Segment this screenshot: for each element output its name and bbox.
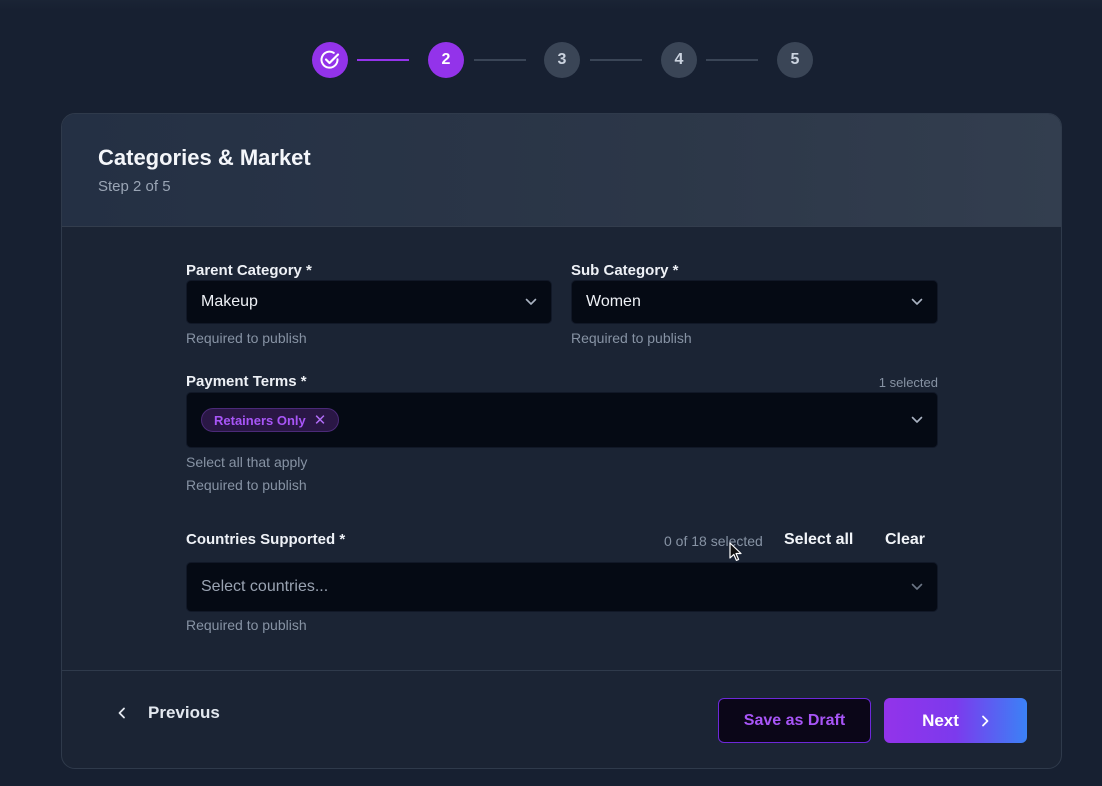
step-connector <box>474 59 526 61</box>
sub-category-value: Women <box>586 293 641 310</box>
countries-label: Countries Supported * <box>186 531 346 548</box>
chevron-left-icon <box>118 707 125 719</box>
payment-terms-helper: Select all that apply <box>186 454 308 470</box>
countries-multiselect[interactable]: Select countries... <box>186 562 938 612</box>
card-header: Categories & Market Step 2 of 5 <box>62 114 1061 227</box>
sub-category-label: Sub Category * <box>571 262 679 279</box>
chevron-down-icon <box>525 298 537 305</box>
next-label: Next <box>922 710 959 730</box>
check-circle-icon <box>320 50 340 69</box>
payment-terms-required: Required to publish <box>186 477 307 493</box>
step-3[interactable]: 3 <box>544 42 580 78</box>
step-connector <box>357 59 409 61</box>
chevron-right-icon <box>982 715 989 726</box>
payment-terms-count: 1 selected <box>878 375 938 390</box>
chevron-down-icon <box>911 583 923 590</box>
step-1-complete[interactable] <box>312 42 348 78</box>
chip-label: Retainers Only <box>214 412 306 428</box>
parent-category-helper: Required to publish <box>186 330 307 346</box>
step-5[interactable]: 5 <box>777 42 813 78</box>
top-fade <box>0 0 1102 10</box>
payment-terms-multiselect[interactable]: Retainers Only ✕ <box>186 392 938 448</box>
parent-category-select[interactable]: Makeup <box>186 280 552 324</box>
parent-category-value: Makeup <box>201 293 258 310</box>
form-card: Categories & Market Step 2 of 5 Parent C… <box>61 113 1062 769</box>
step-4[interactable]: 4 <box>661 42 697 78</box>
countries-count: 0 of 18 selected <box>664 533 763 549</box>
step-2-current[interactable]: 2 <box>428 42 464 78</box>
sub-category-helper: Required to publish <box>571 330 692 346</box>
step-connector <box>706 59 758 61</box>
chevron-down-icon <box>911 298 923 305</box>
countries-helper: Required to publish <box>186 617 307 633</box>
save-draft-button[interactable]: Save as Draft <box>718 698 871 743</box>
select-all-button[interactable]: Select all <box>784 531 853 549</box>
card-title: Categories & Market <box>98 145 311 170</box>
close-icon[interactable]: ✕ <box>314 413 327 428</box>
clear-button[interactable]: Clear <box>885 531 925 549</box>
progress-stepper: 2 3 4 5 <box>0 42 1102 78</box>
payment-term-chip: Retainers Only ✕ <box>201 408 340 432</box>
card-footer: Previous Save as Draft Next <box>62 670 1061 768</box>
countries-placeholder: Select countries... <box>201 578 329 595</box>
previous-label: Previous <box>148 703 220 722</box>
mouse-cursor-icon <box>729 542 742 561</box>
payment-terms-label: Payment Terms * <box>186 373 307 390</box>
next-button[interactable]: Next <box>884 698 1027 743</box>
previous-button[interactable]: Previous <box>118 703 220 723</box>
sub-category-select[interactable]: Women <box>571 280 938 324</box>
parent-category-label: Parent Category * <box>186 262 312 279</box>
chevron-down-icon <box>911 416 923 423</box>
step-connector <box>590 59 642 61</box>
card-subtitle: Step 2 of 5 <box>98 178 171 195</box>
